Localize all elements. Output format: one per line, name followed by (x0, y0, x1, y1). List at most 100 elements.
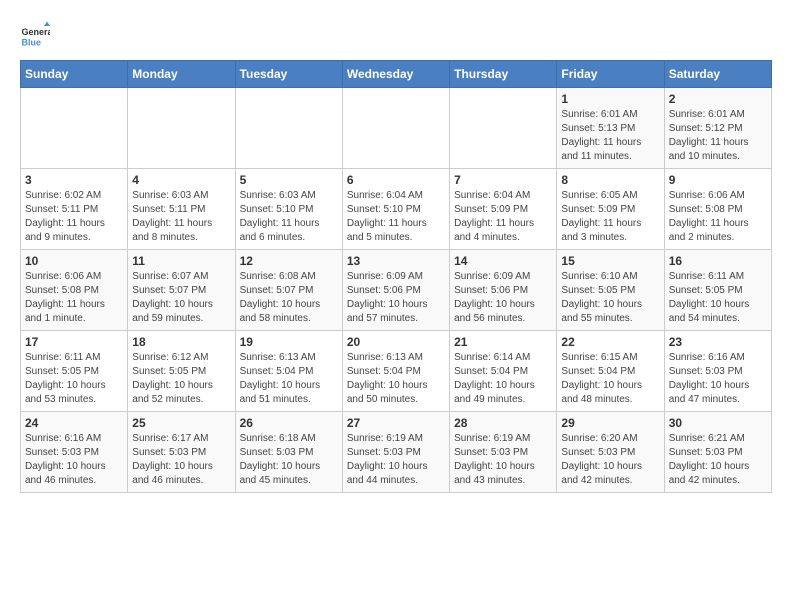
day-number: 10 (25, 254, 123, 268)
day-info: Sunrise: 6:13 AM Sunset: 5:04 PM Dayligh… (347, 351, 445, 407)
calendar-week-row: 10Sunrise: 6:06 AM Sunset: 5:08 PM Dayli… (21, 250, 772, 331)
day-number: 15 (561, 254, 659, 268)
weekday-header: Thursday (450, 61, 557, 88)
day-info: Sunrise: 6:08 AM Sunset: 5:07 PM Dayligh… (240, 270, 338, 326)
calendar-day-cell: 16Sunrise: 6:11 AM Sunset: 5:05 PM Dayli… (664, 250, 771, 331)
day-number: 19 (240, 335, 338, 349)
day-number: 11 (132, 254, 230, 268)
day-number: 26 (240, 416, 338, 430)
day-number: 7 (454, 173, 552, 187)
svg-text:General: General (22, 27, 51, 37)
day-number: 18 (132, 335, 230, 349)
day-info: Sunrise: 6:20 AM Sunset: 5:03 PM Dayligh… (561, 432, 659, 488)
day-info: Sunrise: 6:17 AM Sunset: 5:03 PM Dayligh… (132, 432, 230, 488)
calendar-day-cell: 27 Sunrise: 6:19 AM Sunset: 5:03 PM Dayli… (342, 412, 449, 493)
calendar-body: 1Sunrise: 6:01 AM Sunset: 5:13 PM Daylig… (21, 88, 772, 493)
calendar-day-cell: 21Sunrise: 6:14 AM Sunset: 5:04 PM Dayli… (450, 331, 557, 412)
calendar-day-cell: 15Sunrise: 6:10 AM Sunset: 5:05 PM Dayli… (557, 250, 664, 331)
calendar-week-row: 17 Sunrise: 6:11 AM Sunset: 5:05 PM Dayli… (21, 331, 772, 412)
day-number: 30 (669, 416, 767, 430)
calendar-header: SundayMondayTuesdayWednesdayThursdayFrid… (21, 61, 772, 88)
weekday-header: Saturday (664, 61, 771, 88)
calendar-day-cell: 10Sunrise: 6:06 AM Sunset: 5:08 PM Dayli… (21, 250, 128, 331)
calendar-day-cell: 13 Sunrise: 6:09 AM Sunset: 5:06 PM Dayli… (342, 250, 449, 331)
calendar-day-cell: 26 Sunrise: 6:18 AM Sunset: 5:03 PM Dayli… (235, 412, 342, 493)
weekday-header: Wednesday (342, 61, 449, 88)
weekday-row: SundayMondayTuesdayWednesdayThursdayFrid… (21, 61, 772, 88)
calendar-day-cell: 22 Sunrise: 6:15 AM Sunset: 5:04 PM Dayli… (557, 331, 664, 412)
day-number: 3 (25, 173, 123, 187)
day-info: Sunrise: 6:01 AM Sunset: 5:12 PM Dayligh… (669, 108, 767, 164)
day-info: Sunrise: 6:19 AM Sunset: 5:03 PM Dayligh… (347, 432, 445, 488)
day-info: Sunrise: 6:09 AM Sunset: 5:06 PM Dayligh… (454, 270, 552, 326)
day-info: Sunrise: 6:07 AM Sunset: 5:07 PM Dayligh… (132, 270, 230, 326)
calendar-day-cell: 19 Sunrise: 6:13 AM Sunset: 5:04 PM Dayli… (235, 331, 342, 412)
calendar-table: SundayMondayTuesdayWednesdayThursdayFrid… (20, 60, 772, 493)
calendar-day-cell: 11 Sunrise: 6:07 AM Sunset: 5:07 PM Dayli… (128, 250, 235, 331)
day-info: Sunrise: 6:18 AM Sunset: 5:03 PM Dayligh… (240, 432, 338, 488)
calendar-day-cell: 23 Sunrise: 6:16 AM Sunset: 5:03 PM Dayli… (664, 331, 771, 412)
calendar-week-row: 1Sunrise: 6:01 AM Sunset: 5:13 PM Daylig… (21, 88, 772, 169)
day-number: 8 (561, 173, 659, 187)
weekday-header: Friday (557, 61, 664, 88)
day-info: Sunrise: 6:14 AM Sunset: 5:04 PM Dayligh… (454, 351, 552, 407)
day-number: 29 (561, 416, 659, 430)
calendar-day-cell: 4Sunrise: 6:03 AM Sunset: 5:11 PM Daylig… (128, 169, 235, 250)
day-number: 20 (347, 335, 445, 349)
calendar-day-cell: 29 Sunrise: 6:20 AM Sunset: 5:03 PM Dayli… (557, 412, 664, 493)
calendar-day-cell: 25 Sunrise: 6:17 AM Sunset: 5:03 PM Dayli… (128, 412, 235, 493)
day-info: Sunrise: 6:16 AM Sunset: 5:03 PM Dayligh… (25, 432, 123, 488)
day-number: 23 (669, 335, 767, 349)
day-number: 2 (669, 92, 767, 106)
calendar-day-cell: 20 Sunrise: 6:13 AM Sunset: 5:04 PM Dayli… (342, 331, 449, 412)
day-info: Sunrise: 6:09 AM Sunset: 5:06 PM Dayligh… (347, 270, 445, 326)
logo-icon: General Blue (20, 20, 50, 50)
day-info: Sunrise: 6:16 AM Sunset: 5:03 PM Dayligh… (669, 351, 767, 407)
calendar-day-cell: 24 Sunrise: 6:16 AM Sunset: 5:03 PM Dayli… (21, 412, 128, 493)
calendar-day-cell: 6 Sunrise: 6:04 AM Sunset: 5:10 PM Daylig… (342, 169, 449, 250)
calendar-day-cell (342, 88, 449, 169)
day-info: Sunrise: 6:21 AM Sunset: 5:03 PM Dayligh… (669, 432, 767, 488)
day-number: 22 (561, 335, 659, 349)
day-info: Sunrise: 6:02 AM Sunset: 5:11 PM Dayligh… (25, 189, 123, 245)
day-number: 27 (347, 416, 445, 430)
calendar-day-cell: 28 Sunrise: 6:19 AM Sunset: 5:03 PM Dayli… (450, 412, 557, 493)
day-number: 6 (347, 173, 445, 187)
day-number: 13 (347, 254, 445, 268)
day-number: 17 (25, 335, 123, 349)
day-info: Sunrise: 6:04 AM Sunset: 5:09 PM Dayligh… (454, 189, 552, 245)
calendar-day-cell: 9 Sunrise: 6:06 AM Sunset: 5:08 PM Daylig… (664, 169, 771, 250)
weekday-header: Sunday (21, 61, 128, 88)
day-info: Sunrise: 6:12 AM Sunset: 5:05 PM Dayligh… (132, 351, 230, 407)
day-info: Sunrise: 6:19 AM Sunset: 5:03 PM Dayligh… (454, 432, 552, 488)
day-info: Sunrise: 6:15 AM Sunset: 5:04 PM Dayligh… (561, 351, 659, 407)
day-info: Sunrise: 6:11 AM Sunset: 5:05 PM Dayligh… (25, 351, 123, 407)
day-info: Sunrise: 6:05 AM Sunset: 5:09 PM Dayligh… (561, 189, 659, 245)
day-number: 14 (454, 254, 552, 268)
svg-text:Blue: Blue (22, 38, 42, 48)
calendar-day-cell: 2 Sunrise: 6:01 AM Sunset: 5:12 PM Daylig… (664, 88, 771, 169)
calendar-day-cell (128, 88, 235, 169)
weekday-header: Tuesday (235, 61, 342, 88)
day-number: 24 (25, 416, 123, 430)
day-info: Sunrise: 6:03 AM Sunset: 5:11 PM Dayligh… (132, 189, 230, 245)
weekday-header: Monday (128, 61, 235, 88)
calendar-day-cell: 14 Sunrise: 6:09 AM Sunset: 5:06 PM Dayli… (450, 250, 557, 331)
calendar-day-cell (21, 88, 128, 169)
day-info: Sunrise: 6:03 AM Sunset: 5:10 PM Dayligh… (240, 189, 338, 245)
day-number: 9 (669, 173, 767, 187)
logo: General Blue (20, 20, 54, 50)
calendar-week-row: 3 Sunrise: 6:02 AM Sunset: 5:11 PM Daylig… (21, 169, 772, 250)
day-number: 12 (240, 254, 338, 268)
day-info: Sunrise: 6:04 AM Sunset: 5:10 PM Dayligh… (347, 189, 445, 245)
header: General Blue (20, 20, 772, 50)
calendar-week-row: 24 Sunrise: 6:16 AM Sunset: 5:03 PM Dayli… (21, 412, 772, 493)
day-info: Sunrise: 6:06 AM Sunset: 5:08 PM Dayligh… (669, 189, 767, 245)
day-number: 25 (132, 416, 230, 430)
calendar-day-cell: 7 Sunrise: 6:04 AM Sunset: 5:09 PM Daylig… (450, 169, 557, 250)
day-info: Sunrise: 6:11 AM Sunset: 5:05 PM Dayligh… (669, 270, 767, 326)
calendar-day-cell: 17 Sunrise: 6:11 AM Sunset: 5:05 PM Dayli… (21, 331, 128, 412)
day-number: 28 (454, 416, 552, 430)
day-info: Sunrise: 6:13 AM Sunset: 5:04 PM Dayligh… (240, 351, 338, 407)
calendar-day-cell (235, 88, 342, 169)
